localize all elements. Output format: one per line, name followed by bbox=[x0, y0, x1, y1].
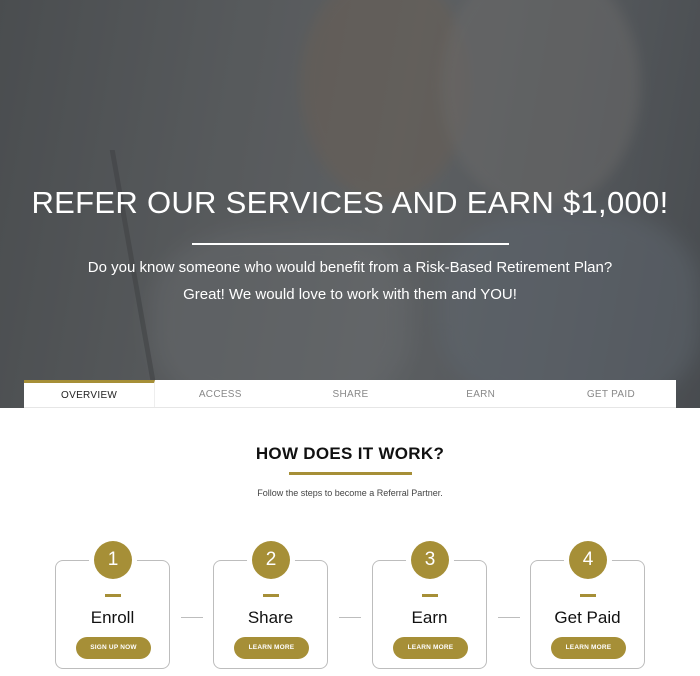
get-paid-learn-more-button[interactable]: LEARN MORE bbox=[551, 637, 626, 659]
step-number-badge: 1 bbox=[94, 541, 132, 579]
step-connector bbox=[339, 617, 361, 618]
share-learn-more-button[interactable]: LEARN MORE bbox=[234, 637, 309, 659]
tab-get-paid[interactable]: GET PAID bbox=[546, 380, 676, 407]
step-card-get-paid: 4 Get Paid LEARN MORE bbox=[530, 541, 645, 669]
hero-title: REFER OUR SERVICES AND EARN $1,000! bbox=[31, 185, 669, 220]
step-card-earn: 3 Earn LEARN MORE bbox=[372, 541, 487, 669]
step-number-badge: 4 bbox=[569, 541, 607, 579]
tab-overview[interactable]: OVERVIEW bbox=[24, 380, 156, 407]
step-number-badge: 2 bbox=[252, 541, 290, 579]
tab-share[interactable]: SHARE bbox=[285, 380, 415, 407]
step-accent-bar bbox=[422, 594, 438, 597]
tab-earn[interactable]: EARN bbox=[416, 380, 546, 407]
section-subtitle: Follow the steps to become a Referral Pa… bbox=[257, 488, 443, 498]
hero-divider bbox=[192, 243, 509, 245]
section-title: HOW DOES IT WORK? bbox=[255, 444, 445, 463]
hero-text-line-1: Do you know someone who would benefit fr… bbox=[87, 259, 613, 276]
step-number-badge: 3 bbox=[411, 541, 449, 579]
step-connector bbox=[498, 617, 520, 618]
hero-text-line-2: Great! We would love to work with them a… bbox=[183, 286, 517, 303]
step-label: Enroll bbox=[90, 608, 135, 627]
step-card-enroll: 1 Enroll SIGN UP NOW bbox=[55, 541, 170, 669]
earn-learn-more-button[interactable]: LEARN MORE bbox=[393, 637, 468, 659]
step-connector bbox=[181, 617, 203, 618]
step-accent-bar bbox=[580, 594, 596, 597]
step-label: Share bbox=[247, 608, 294, 627]
step-label: Get Paid bbox=[554, 608, 621, 627]
tab-access[interactable]: ACCESS bbox=[155, 380, 285, 407]
step-card-share: 2 Share LEARN MORE bbox=[213, 541, 328, 669]
step-label: Earn bbox=[411, 608, 448, 627]
step-accent-bar bbox=[263, 594, 279, 597]
hero-banner: REFER OUR SERVICES AND EARN $1,000! Do y… bbox=[0, 0, 700, 408]
section-divider bbox=[289, 472, 412, 475]
tab-bar: OVERVIEW ACCESS SHARE EARN GET PAID bbox=[24, 380, 676, 408]
step-accent-bar bbox=[105, 594, 121, 597]
sign-up-now-button[interactable]: SIGN UP NOW bbox=[76, 637, 151, 659]
